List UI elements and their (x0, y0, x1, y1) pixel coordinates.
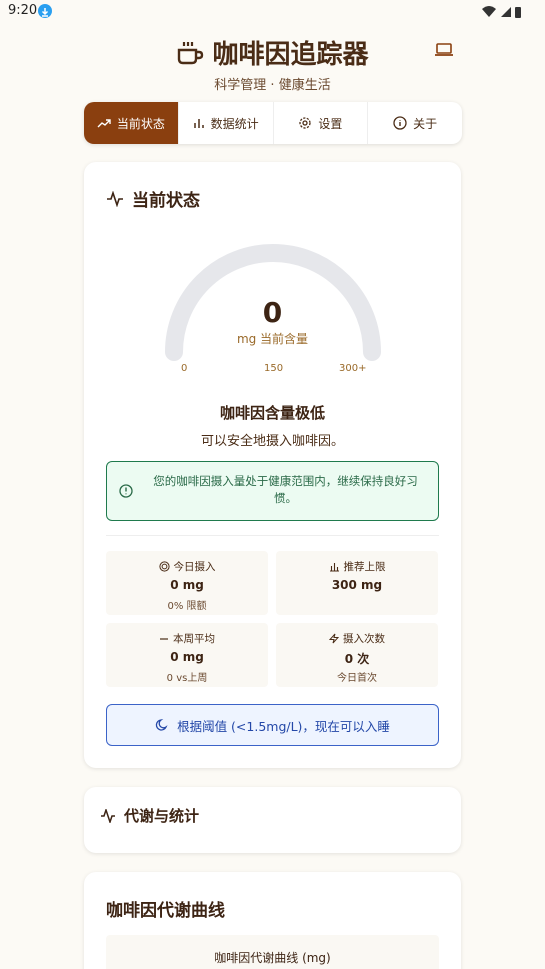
stat-value: 300 mg (331, 578, 383, 592)
tab-statistics[interactable]: 数据统计 (179, 102, 274, 144)
status-time: 9:20 (8, 3, 38, 18)
current-status-card: 当前状态 0 mg 当前含量 0 150 300+ 咖啡因含量极低 可以安全地摄… (84, 162, 461, 768)
gear-icon (299, 117, 312, 129)
coffee-icon (178, 41, 204, 64)
stat-recommended-limit: 推荐上限 300 mg (276, 551, 438, 615)
tab-settings[interactable]: 设置 (274, 102, 369, 144)
stat-label: 本周平均 (173, 633, 215, 645)
stat-sub: 今日首次 (337, 673, 377, 684)
info-icon (393, 116, 407, 130)
gauge-max-label: 300+ (339, 363, 367, 374)
health-alert: 您的咖啡因摄入量处于健康范围内，继续保持良好习惯。 (106, 461, 439, 521)
tab-label: 关于 (413, 116, 438, 131)
battery-icon (515, 7, 521, 18)
activity-icon (101, 808, 115, 823)
trending-up-icon (97, 119, 111, 128)
level-description: 可以安全地摄入咖啡因。 (200, 434, 344, 449)
gauge-value: 0 (262, 296, 283, 329)
minus-icon (160, 637, 168, 640)
gauge-min-label: 0 (181, 363, 188, 374)
stat-weekly-average: 本周平均 0 mg 0 vs上周 (106, 623, 268, 687)
bar-chart-icon (329, 563, 339, 572)
stat-value: 0 mg (170, 650, 204, 664)
stat-label: 今日摄入 (173, 561, 216, 573)
tab-label: 设置 (318, 116, 343, 131)
tab-about[interactable]: 关于 (368, 102, 462, 144)
moon-icon (155, 719, 168, 731)
tab-label: 数据统计 (210, 116, 259, 131)
gauge-unit: mg 当前含量 (236, 332, 309, 346)
metabolism-curve-card: 咖啡因代谢曲线 咖啡因代谢曲线 (mg) (84, 872, 461, 969)
zap-icon (329, 633, 339, 644)
stat-sub: 0% 限额 (167, 601, 207, 612)
sleep-text: 根据阈值 (<1.5mg/L)，现在可以入睡 (177, 718, 390, 734)
card-title: 咖啡因代谢曲线 (106, 901, 225, 921)
app-header: 咖啡因追踪器 科学管理 · 健康生活 (0, 34, 545, 96)
bar-chart-icon (193, 119, 204, 128)
gauge-mid-label: 150 (264, 363, 284, 374)
metabolism-chart: 咖啡因代谢曲线 (mg) (106, 935, 439, 969)
laptop-icon (435, 43, 453, 56)
stat-today-intake: 今日摄入 0 mg 0% 限额 (106, 551, 268, 615)
stat-value: 0 次 (344, 652, 370, 666)
metabolism-card[interactable]: 代谢与统计 (84, 787, 461, 853)
card-title: 当前状态 (132, 191, 200, 211)
status-bar: 9:20 (0, 0, 545, 24)
tab-current-status[interactable]: 当前状态 (84, 102, 179, 144)
stat-label: 推荐上限 (343, 561, 386, 573)
laptop-button[interactable] (434, 42, 456, 62)
app-subtitle: 科学管理 · 健康生活 (214, 78, 331, 93)
app-title: 咖啡因追踪器 (212, 40, 369, 70)
main-tabs: 当前状态 数据统计 设置 关于 (84, 102, 462, 144)
card-title: 代谢与统计 (124, 807, 200, 825)
stat-label: 摄入次数 (343, 633, 385, 645)
stat-value: 0 mg (170, 578, 204, 592)
level-title: 咖啡因含量极低 (219, 404, 325, 422)
divider (106, 535, 439, 536)
stat-intake-count: 摄入次数 0 次 今日首次 (276, 623, 438, 687)
status-icons (481, 4, 523, 23)
sleep-notice: 根据阈值 (<1.5mg/L)，现在可以入睡 (106, 704, 439, 746)
download-icon (38, 4, 52, 18)
alert-circle-icon (119, 484, 133, 498)
target-icon (158, 561, 170, 572)
wifi-icon (482, 6, 496, 17)
chart-title: 咖啡因代谢曲线 (mg) (214, 951, 331, 965)
stat-sub: 0 vs上周 (166, 673, 208, 684)
alert-text: 您的咖啡因摄入量处于健康范围内，继续保持良好习惯。 (153, 474, 418, 505)
signal-icon (501, 7, 511, 17)
tab-label: 当前状态 (116, 116, 165, 131)
activity-icon (107, 190, 123, 207)
